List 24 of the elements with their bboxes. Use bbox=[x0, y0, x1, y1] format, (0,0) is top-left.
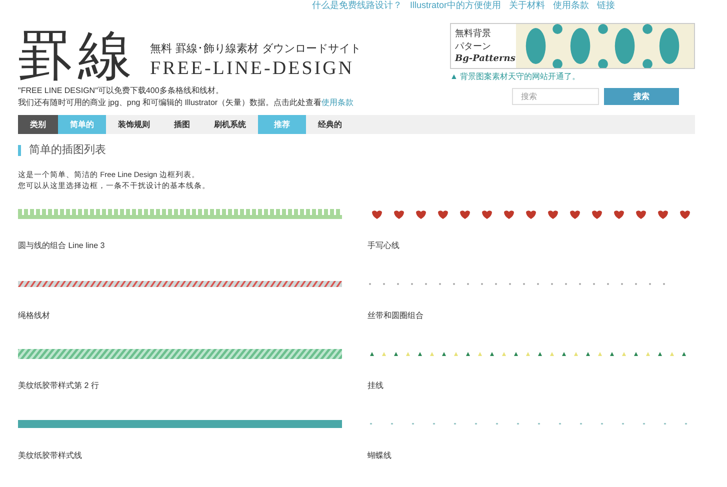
category-label: 类别 bbox=[18, 115, 58, 134]
tagline: 無料 罫線･飾り線素材 ダウンロードサイト bbox=[150, 40, 361, 57]
section-title: 简单的插图列表 bbox=[29, 143, 106, 158]
line-name[interactable]: 圆与线的组合 Line line 3 bbox=[18, 240, 346, 252]
line-name[interactable]: 美纹纸胶带样式线 bbox=[18, 450, 346, 462]
intro-text: 我们还有随时可用的商业 jpg、png 和可编辑的 Illustrator（矢量）数据。点击此处查看 bbox=[18, 97, 322, 109]
line-pattern-drawing[interactable] bbox=[18, 278, 342, 288]
banner-text: パターン bbox=[455, 40, 492, 52]
line-name[interactable]: 绳格线材 bbox=[18, 310, 346, 322]
section-marker bbox=[18, 144, 21, 156]
site-subtitle: FREE-LINE-DESIGN bbox=[150, 57, 356, 81]
line-pattern-drawing[interactable] bbox=[18, 418, 342, 428]
line-name[interactable]: 丝带和圆圈组合 bbox=[368, 310, 695, 322]
pattern-banner[interactable]: 無料背景 パターン Bg-Patterns bbox=[450, 23, 695, 69]
intro-text: "FREE LINE DESIGN"可以免费下载400多条格线和线材。 bbox=[18, 85, 224, 97]
search-field[interactable]: 搜索 bbox=[512, 88, 599, 105]
damask-pattern-icon bbox=[516, 24, 694, 68]
line-name[interactable]: 蝴蝶线 bbox=[368, 450, 695, 462]
banner-text: 無料背景 bbox=[455, 26, 492, 40]
line-name[interactable]: 手写心线 bbox=[368, 240, 695, 252]
banner-caption[interactable]: ▲ 背景图案素材天守的网站开通了。 bbox=[450, 71, 695, 83]
site-logo[interactable]: 罫線 bbox=[18, 29, 138, 83]
line-name[interactable]: 挂线 bbox=[368, 380, 695, 392]
line-name[interactable]: 美纹纸胶带样式第 2 行 bbox=[18, 380, 346, 392]
